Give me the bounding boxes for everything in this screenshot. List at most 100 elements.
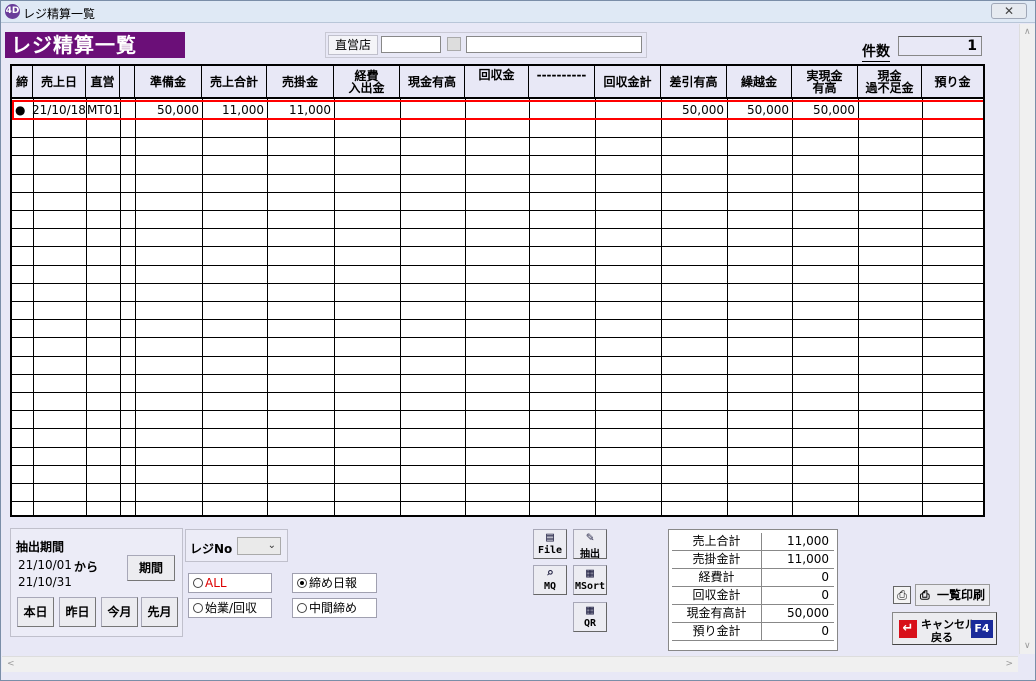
- summary-value: 0: [821, 624, 829, 638]
- summary-row: 預り金計 0: [672, 623, 834, 641]
- col-header-carryover[interactable]: 繰越金: [727, 66, 792, 97]
- grid-row-line: [12, 265, 983, 266]
- qr-button[interactable]: ▦ QR: [573, 602, 607, 632]
- scroll-right-icon[interactable]: >: [1005, 659, 1013, 669]
- file-button[interactable]: ▤ File: [533, 529, 567, 559]
- grid-column-line: [202, 99, 203, 515]
- col-header-actual-cash[interactable]: 実現金 有高: [792, 66, 858, 97]
- radio-closing-report[interactable]: 締め日報: [292, 573, 377, 593]
- msort-button[interactable]: ▦ MSort: [573, 565, 607, 595]
- period-from-date: 21/10/01: [18, 558, 72, 572]
- summary-value: 0: [821, 588, 829, 602]
- mq-button[interactable]: ⌕ MQ: [533, 565, 567, 595]
- msort-label: MSort: [574, 581, 606, 592]
- summary-row: 回収金計 0: [672, 587, 834, 605]
- col-header-store[interactable]: 直営: [86, 66, 120, 97]
- scroll-down-icon[interactable]: ∨: [1024, 641, 1031, 651]
- qr-label: QR: [583, 618, 597, 629]
- radio-interim-closing[interactable]: 中間締め: [292, 598, 377, 618]
- period-title: 抽出期間: [16, 540, 65, 554]
- col-header-dashes[interactable]: ----------: [529, 66, 595, 97]
- window-title: レジ精算一覧: [23, 7, 96, 21]
- grid-row-line: [12, 283, 983, 284]
- last-month-button[interactable]: 先月: [141, 597, 178, 627]
- settlement-grid[interactable]: 締 売上日 直営 準備金 売上合計 売掛金 経費 入出金 現金有高 回収金 --…: [10, 64, 985, 517]
- extract-button[interactable]: ✎ 抽出: [573, 529, 607, 560]
- store-label: 直営店: [328, 35, 378, 55]
- grid-column-line: [135, 99, 136, 515]
- col-header-cash-on-hand[interactable]: 現金有高: [400, 66, 465, 97]
- magnifier-icon: ⌕: [546, 566, 554, 581]
- col-header-collection-total[interactable]: 回収金計: [595, 66, 661, 97]
- col-header-date[interactable]: 売上日: [33, 66, 86, 97]
- preview-icon[interactable]: ⎙: [893, 586, 911, 604]
- col-header-collection[interactable]: 回収金: [465, 66, 529, 97]
- radio-start-label: 始業/回収: [205, 601, 258, 615]
- horizontal-scrollbar[interactable]: < >: [2, 656, 1018, 672]
- yesterday-button[interactable]: 昨日: [59, 597, 96, 627]
- grid-row-line: [12, 174, 983, 175]
- grid-row-line: [12, 447, 983, 448]
- col-header-reserve[interactable]: 準備金: [135, 66, 202, 97]
- vertical-scrollbar[interactable]: ∧ ∨: [1019, 24, 1035, 654]
- store-name-input[interactable]: [466, 36, 642, 53]
- scroll-up-icon[interactable]: ∧: [1024, 27, 1031, 37]
- summary-label: 預り金計: [672, 623, 762, 641]
- col-header-close[interactable]: 締: [12, 66, 33, 97]
- col-header-cash-diff[interactable]: 現金 過不足金: [858, 66, 922, 97]
- col-header-diff[interactable]: 差引有高: [661, 66, 727, 97]
- summary-label: 売掛金計: [672, 551, 762, 569]
- col-header-sales-total[interactable]: 売上合計: [202, 66, 267, 97]
- store-code-input[interactable]: [381, 36, 441, 53]
- grid-column-line: [120, 99, 121, 515]
- radio-interim-label: 中間締め: [309, 601, 358, 615]
- period-from-suffix: から: [74, 560, 99, 574]
- col-header-deposit[interactable]: 預り金: [922, 66, 983, 97]
- radio-all-dot: [193, 578, 203, 588]
- grid-row-line: [12, 337, 983, 338]
- grid-column-line: [922, 99, 923, 515]
- cancel-back-button[interactable]: ↵ キャンセル 戻る F4: [892, 612, 997, 645]
- summary-value: 0: [821, 570, 829, 584]
- summary-row: 現金有高計 50,000: [672, 605, 834, 623]
- grid-header: 締 売上日 直営 準備金 売上合計 売掛金 経費 入出金 現金有高 回収金 --…: [12, 66, 983, 99]
- summary-label: 売上合計: [672, 533, 762, 551]
- summary-row: 経費計 0: [672, 569, 834, 587]
- summary-table: 売上合計 11,000 売掛金計 11,000 経費計 0 回収金計 0 現金有高計 50…: [668, 529, 838, 651]
- back-label: 戻る: [931, 631, 953, 644]
- radio-closing-label: 締め日報: [309, 576, 358, 590]
- register-no-select[interactable]: ⌄: [237, 537, 281, 555]
- col-header-expense[interactable]: 経費 入出金: [334, 66, 400, 97]
- grid-row-line: [12, 465, 983, 466]
- radio-all[interactable]: ALL: [188, 573, 272, 593]
- print-list-button[interactable]: ⎙ 一覧印刷: [915, 584, 990, 606]
- qr-icon: ▦: [586, 603, 594, 618]
- register-no-label: レジNo: [190, 542, 233, 556]
- scroll-left-icon[interactable]: <: [7, 659, 15, 669]
- summary-label: 経費計: [672, 569, 762, 587]
- main-content: レジ精算一覧 直営店 件数 1 締 売上日 直営 準備金 売上合計 売掛金 経費…: [2, 24, 1018, 654]
- grid-column-line: [465, 99, 466, 515]
- summary-value: 11,000: [787, 534, 829, 548]
- count-value: 1: [898, 36, 982, 56]
- grid-column-line: [529, 99, 530, 515]
- period-button[interactable]: 期間: [127, 555, 175, 581]
- grid-column-line: [727, 99, 728, 515]
- this-month-button[interactable]: 今月: [101, 597, 138, 627]
- radio-interim-dot: [297, 603, 307, 613]
- grid-column-line: [595, 99, 596, 515]
- app-window: 4D レジ精算一覧 ✕ レジ精算一覧 直営店 件数 1 締 売上日 直営 準備金…: [0, 0, 1036, 681]
- grid-column-line: [267, 99, 268, 515]
- period-to-date: 21/10/31: [18, 575, 72, 589]
- grid-row-line: [12, 210, 983, 211]
- radio-start-collect[interactable]: 始業/回収: [188, 598, 272, 618]
- col-header-blank[interactable]: [120, 66, 135, 97]
- grid-row-line: [12, 246, 983, 247]
- close-button[interactable]: ✕: [991, 3, 1027, 19]
- store-lookup-button[interactable]: [447, 37, 461, 51]
- file-icon: ▤: [546, 530, 554, 545]
- count-label: 件数: [862, 41, 890, 62]
- grid-column-line: [792, 99, 793, 515]
- col-header-receivable[interactable]: 売掛金: [267, 66, 334, 97]
- today-button[interactable]: 本日: [17, 597, 54, 627]
